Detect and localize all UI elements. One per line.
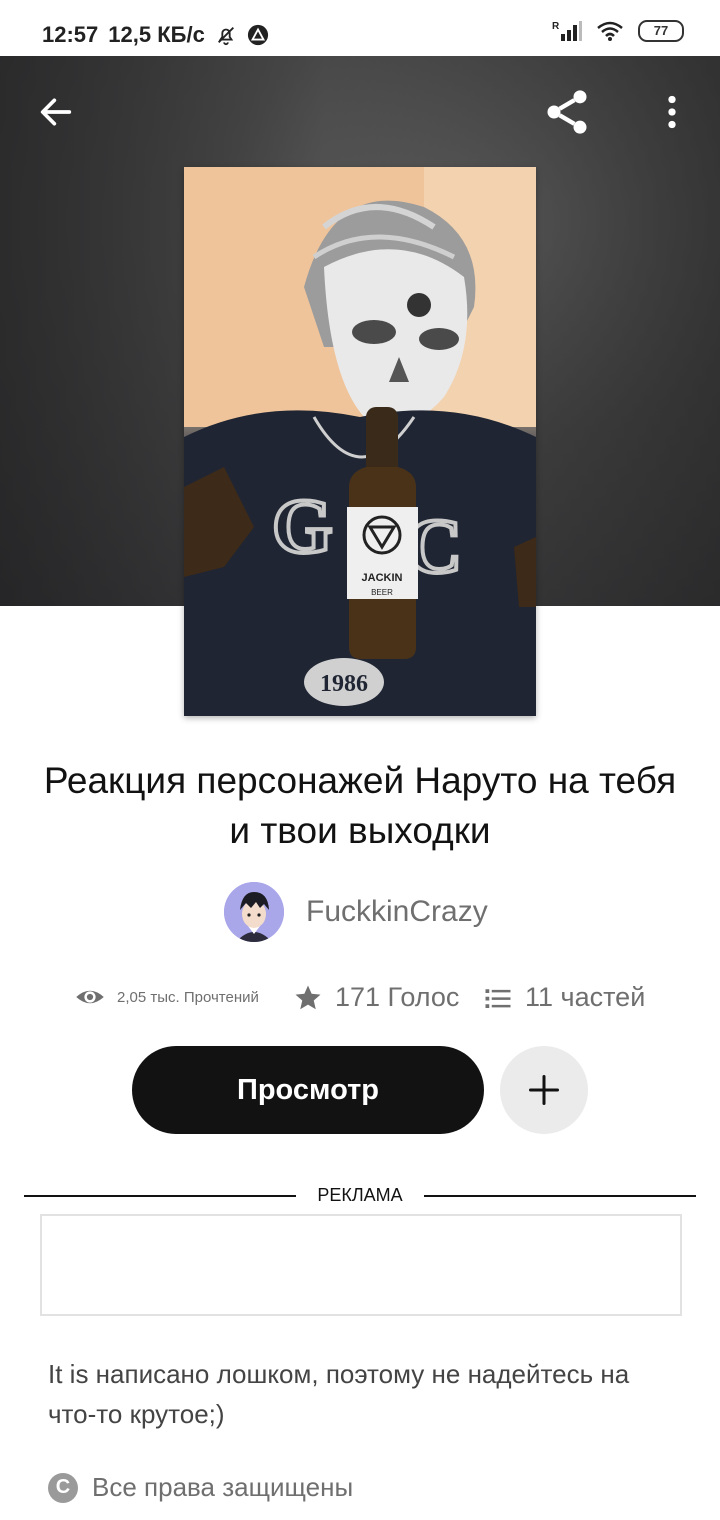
votes-count: 171 Голос — [335, 982, 460, 1012]
plus-icon — [529, 1075, 559, 1105]
bell-off-icon — [217, 27, 234, 46]
ad-divider-right — [424, 1195, 696, 1197]
story-description: It is написано лошком, поэтому не надейт… — [48, 1359, 630, 1429]
story-stats: 2,05 тыс. Прочтений 171 Голос 11 частей — [75, 978, 675, 1018]
battery-icon: 77 — [638, 20, 684, 42]
ad-label: РЕКЛАМА — [317, 1185, 403, 1205]
star-icon — [295, 985, 321, 1009]
arrow-left-icon — [40, 98, 72, 126]
more-options-button[interactable] — [644, 84, 700, 140]
author-link[interactable]: FuckkinCrazy — [224, 882, 488, 942]
status-left: 12:57 12,5 КБ/с — [42, 22, 269, 48]
votes-stat: 171 Голос — [293, 982, 459, 1013]
more-vertical-icon — [668, 95, 676, 129]
author-name[interactable]: FuckkinCrazy — [306, 895, 488, 929]
status-speed: 12,5 КБ/с — [108, 22, 205, 47]
eye-icon — [76, 990, 104, 1004]
reads-count: 2,05 тыс. Прочтений — [117, 988, 259, 1006]
add-to-library-button[interactable] — [500, 1046, 588, 1134]
status-right: R 77 — [552, 20, 684, 42]
read-button[interactable]: Просмотр — [132, 1046, 484, 1134]
copyright-row: C Все права защищены — [48, 1472, 353, 1503]
story-cover[interactable]: G C JACKIN BEER 1986 — [184, 167, 536, 716]
svg-text:R: R — [552, 21, 560, 32]
cover-illustration: G C JACKIN BEER 1986 — [184, 167, 536, 716]
share-button[interactable] — [539, 84, 595, 140]
copyright-text: Все права защищены — [92, 1472, 354, 1502]
parts-count: 11 частей — [525, 982, 646, 1012]
list-icon — [485, 988, 511, 1008]
status-bar: 12:57 12,5 КБ/с R 77 — [0, 0, 720, 56]
signal-icon: R — [552, 21, 582, 41]
cover-bottle-label: JACKIN — [362, 572, 403, 584]
status-time: 12:57 — [42, 22, 99, 47]
cover-bottle-sublabel: BEER — [371, 588, 393, 597]
share-icon — [547, 90, 587, 134]
ad-divider-left — [24, 1195, 296, 1197]
avatar[interactable] — [224, 882, 284, 942]
avatar-illustration — [224, 882, 284, 942]
back-button[interactable] — [28, 84, 84, 140]
cover-shirt-letter-g: G — [272, 482, 333, 569]
warning-triangle-icon — [247, 24, 268, 46]
ad-placeholder — [40, 1214, 682, 1316]
copyright-icon: C — [48, 1472, 78, 1503]
reads-stat: 2,05 тыс. Прочтений — [75, 982, 259, 1012]
story-title: Реакция персонажей Наруто на тебя и твои… — [43, 760, 677, 851]
wifi-icon — [597, 21, 623, 41]
parts-stat: 11 частей — [483, 982, 645, 1013]
cover-year-text: 1986 — [320, 671, 368, 697]
